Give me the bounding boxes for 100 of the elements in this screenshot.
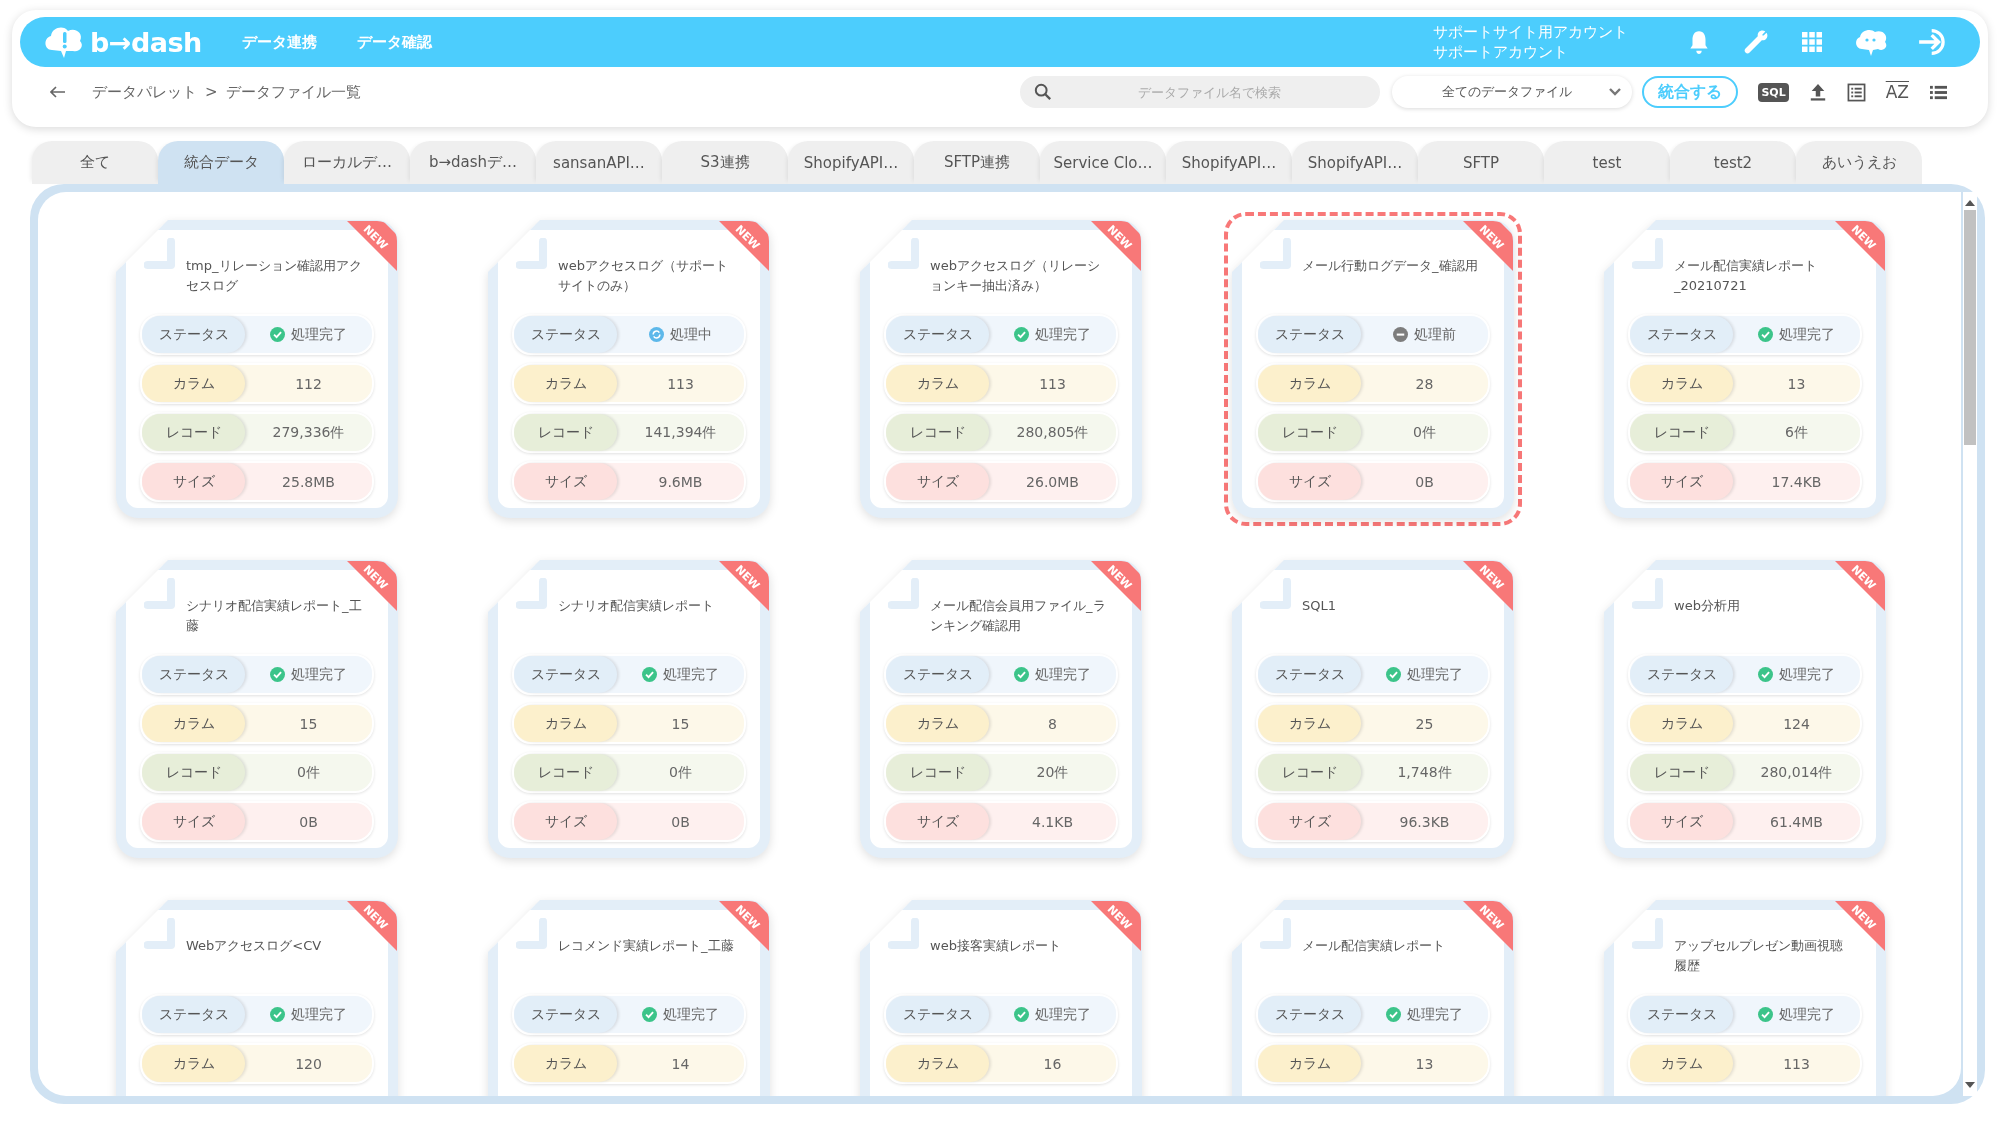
row-label: ステータス	[514, 316, 617, 353]
tab[interactable]: SFTP連携	[914, 141, 1040, 184]
row-value: 113	[1783, 1055, 1810, 1072]
row-label: ステータス	[142, 656, 245, 693]
row-value: 8	[1048, 715, 1057, 732]
file-filter-dropdown[interactable]: 全てのデータファイル	[1392, 76, 1633, 108]
row-label: カラム	[1258, 705, 1361, 742]
row-value: 6件	[1785, 423, 1808, 442]
check-circle-icon	[1014, 327, 1029, 342]
tab[interactable]: Service Clo…	[1040, 141, 1166, 184]
tab[interactable]: 全て	[32, 141, 158, 184]
scroll-thumb[interactable]	[1964, 210, 1976, 445]
scrollbar[interactable]	[1963, 192, 1977, 1096]
tab[interactable]: ShopifyAPI…	[788, 141, 914, 184]
row-label: サイズ	[142, 463, 245, 500]
file-title: web分析用	[1674, 597, 1741, 615]
row-value: 0B	[671, 813, 690, 830]
row-label: レコード	[142, 754, 245, 791]
row-label: カラム	[142, 705, 245, 742]
row-label: カラム	[1258, 365, 1361, 402]
row-value: 61.4MB	[1770, 813, 1823, 830]
row-label: ステータス	[1258, 656, 1361, 693]
tab[interactable]: ShopifyAPI…	[1292, 141, 1418, 184]
row-value: 処理完了	[1779, 665, 1835, 684]
row-label: カラム	[1630, 1045, 1733, 1082]
row-label: カラム	[514, 365, 617, 402]
row-value: 15	[671, 715, 690, 732]
row-value: 15	[299, 715, 318, 732]
scroll-down-icon[interactable]	[1965, 1082, 1975, 1088]
tab[interactable]: SFTP	[1418, 141, 1544, 184]
chat-bubble-icon[interactable]	[1854, 27, 1888, 57]
breadcrumb-link[interactable]: データパレット	[92, 82, 197, 102]
tab[interactable]: ローカルデ…	[284, 141, 410, 184]
row-label: ステータス	[1630, 316, 1733, 353]
row-label: ステータス	[1258, 316, 1361, 353]
row-label: サイズ	[1258, 463, 1361, 500]
wrench-icon[interactable]	[1742, 28, 1770, 56]
row-value: 14	[671, 1055, 690, 1072]
breadcrumb-separator: >	[205, 83, 218, 101]
row-value: 25.8MB	[282, 473, 335, 490]
file-title: web接客実績レポート	[930, 937, 1062, 955]
row-value: 処理中	[670, 325, 712, 344]
check-circle-icon	[1386, 667, 1401, 682]
check-circle-icon	[270, 667, 285, 682]
row-label: カラム	[514, 705, 617, 742]
row-label: レコード	[1630, 414, 1733, 451]
sql-button[interactable]: SQL	[1758, 82, 1789, 102]
tab[interactable]: test2	[1670, 141, 1796, 184]
row-value: 113	[667, 375, 694, 392]
row-label: サイズ	[514, 803, 617, 840]
scroll-up-icon[interactable]	[1965, 200, 1975, 206]
tab[interactable]: test	[1544, 141, 1670, 184]
row-label: ステータス	[1630, 996, 1733, 1033]
tab[interactable]: 統合データ	[158, 141, 284, 184]
tab[interactable]: あいうえお	[1796, 141, 1922, 184]
file-title: シナリオ配信実績レポート	[558, 597, 715, 615]
row-value: 0B	[299, 813, 318, 830]
row-value: 処理完了	[291, 665, 347, 684]
check-circle-icon	[1014, 667, 1029, 682]
row-label: カラム	[886, 705, 989, 742]
row-label: サイズ	[886, 803, 989, 840]
row-label: ステータス	[142, 316, 245, 353]
row-value: 処理完了	[1779, 1005, 1835, 1024]
row-value: 処理完了	[1035, 665, 1091, 684]
list-document-icon[interactable]	[1846, 82, 1866, 102]
row-label: ステータス	[514, 656, 617, 693]
row-label: カラム	[514, 1045, 617, 1082]
row-label: ステータス	[886, 996, 989, 1033]
row-label: カラム	[1258, 1045, 1361, 1082]
row-label: カラム	[886, 365, 989, 402]
row-value: 0件	[1413, 423, 1436, 442]
file-title: メール配信実績レポート	[1302, 937, 1446, 955]
row-value: 96.3KB	[1399, 813, 1450, 830]
apps-grid-icon[interactable]	[1800, 30, 1824, 54]
tab[interactable]: ShopifyAPI…	[1166, 141, 1292, 184]
sort-button[interactable]: AZ	[1885, 82, 1909, 102]
check-circle-icon	[642, 1007, 657, 1022]
list-view-icon[interactable]	[1929, 83, 1948, 101]
row-value: 処理完了	[1407, 665, 1463, 684]
row-value: 124	[1783, 715, 1810, 732]
row-label: レコード	[886, 754, 989, 791]
back-arrow-icon[interactable]	[50, 86, 66, 98]
check-circle-icon	[270, 1007, 285, 1022]
tab[interactable]: sansanAPI…	[536, 141, 662, 184]
row-label: カラム	[142, 365, 245, 402]
chevron-down-icon	[1608, 87, 1623, 97]
row-value: 処理完了	[1035, 325, 1091, 344]
row-value: 処理完了	[291, 325, 347, 344]
row-value: 113	[1039, 375, 1066, 392]
row-label: ステータス	[1258, 996, 1361, 1033]
row-value: 120	[295, 1055, 322, 1072]
upload-icon[interactable]	[1808, 82, 1827, 102]
row-label: カラム	[886, 1045, 989, 1082]
tab[interactable]: S3連携	[662, 141, 788, 184]
row-value: 25	[1415, 715, 1434, 732]
row-label: サイズ	[1630, 803, 1733, 840]
sync-icon	[649, 327, 664, 342]
row-value: 処理完了	[1779, 325, 1835, 344]
tab[interactable]: b→dashデ…	[410, 141, 536, 184]
file-title: Webアクセスログ<CV	[186, 937, 323, 955]
